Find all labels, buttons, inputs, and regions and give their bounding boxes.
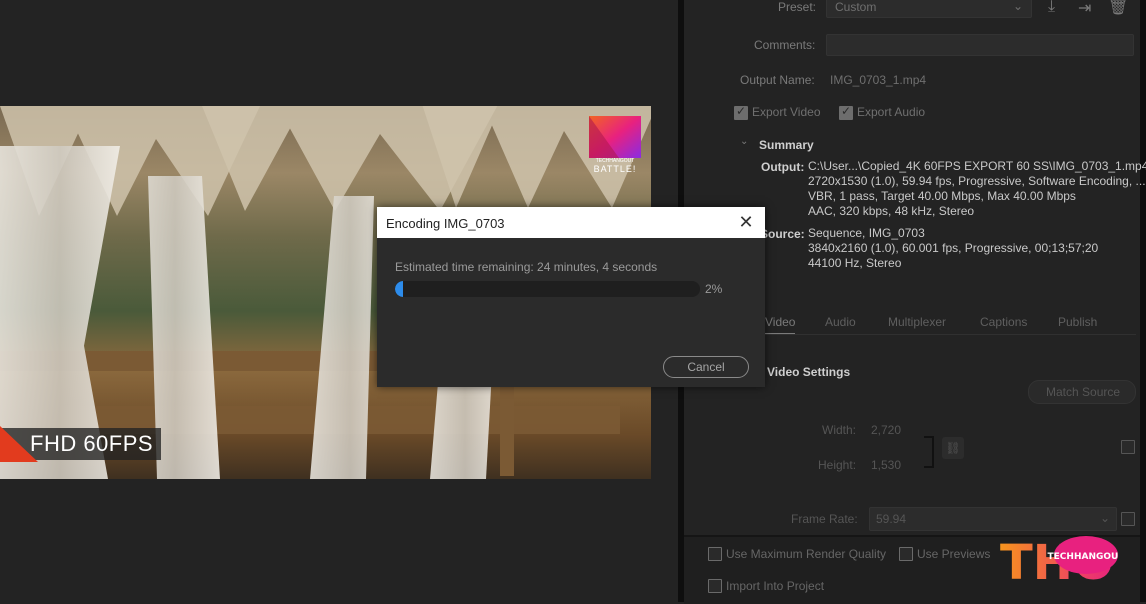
max-render-quality-label: Use Maximum Render Quality [726, 547, 887, 561]
import-preset-icon[interactable]: ⇥ [1078, 0, 1091, 18]
tab-multiplexer[interactable]: Multiplexer [888, 315, 946, 329]
badge-triangle-icon [0, 426, 38, 462]
tab-video[interactable]: Video [765, 315, 796, 335]
output-line: VBR, 1 pass, Target 40.00 Mbps, Max 40.0… [808, 189, 1076, 203]
panel-edge [1140, 0, 1146, 602]
preset-label: Preset: [778, 0, 817, 14]
import-into-project-label: Import Into Project [726, 579, 825, 593]
fhd-badge: FHD 60FPS [0, 426, 162, 462]
encoding-progress-bar [395, 281, 700, 297]
export-audio-checkbox[interactable] [839, 104, 853, 120]
max-render-quality-checkbox[interactable] [708, 547, 722, 561]
frame-rate-label: Frame Rate: [791, 512, 858, 526]
height-label: Height: [818, 458, 857, 472]
export-audio-label: Export Audio [857, 105, 926, 119]
chevron-down-icon: ⌄ [1013, 0, 1024, 13]
output-line: C:\User...\Copied_4K 60FPS EXPORT 60 SS\… [808, 159, 1146, 173]
export-video-checkbox[interactable] [734, 104, 748, 120]
width-value[interactable]: 2,720 [871, 423, 901, 437]
techhangout-battle-logo: TECHHANGOUT BATTLE! [589, 116, 641, 174]
delete-preset-icon[interactable]: 🗑 [1108, 0, 1128, 17]
preset-dropdown[interactable]: Custom ⌄ [826, 0, 1032, 18]
link-bracket [924, 436, 934, 468]
export-video-label: Export Video [752, 105, 821, 119]
chevron-down-icon: ⌄ [1100, 511, 1111, 525]
video-settings-title: Video Settings [767, 365, 851, 379]
frame-rate-checkbox[interactable] [1121, 512, 1135, 526]
tho-brand-text: TECHHANGOUT [1048, 552, 1118, 562]
progress-fill [395, 281, 403, 297]
tab-audio[interactable]: Audio [825, 315, 856, 329]
import-into-project-checkbox[interactable] [708, 579, 722, 593]
output-summary-label: Output: [761, 160, 805, 174]
tab-publish[interactable]: Publish [1058, 315, 1097, 329]
width-label: Width: [822, 423, 857, 437]
source-line: 3840x2160 (1.0), 60.001 fps, Progressive… [808, 241, 1099, 255]
match-source-button[interactable]: Match Source [1028, 380, 1136, 404]
source-line: 44100 Hz, Stereo [808, 256, 902, 270]
preset-value: Custom [835, 0, 877, 14]
dialog-title: Encoding IMG_0703 [386, 216, 505, 231]
tab-divider [744, 334, 1136, 335]
width-height-checkbox[interactable] [1121, 440, 1135, 454]
cancel-button[interactable]: Cancel [663, 356, 749, 378]
frame-rate-dropdown[interactable]: 59.94 ⌄ [869, 507, 1117, 531]
output-name-label: Output Name: [740, 73, 815, 87]
comments-input[interactable] [826, 34, 1134, 56]
dialog-titlebar[interactable]: Encoding IMG_0703 ✕ [377, 207, 765, 238]
comments-label: Comments: [754, 38, 816, 52]
use-previews-label: Use Previews [917, 547, 991, 561]
frame-rate-value: 59.94 [876, 512, 907, 526]
source-line: Sequence, IMG_0703 [808, 226, 925, 240]
tab-captions[interactable]: Captions [980, 315, 1027, 329]
time-remaining-text: Estimated time remaining: 24 minutes, 4 … [395, 260, 658, 274]
output-name-link[interactable]: IMG_0703_1.mp4 [830, 73, 926, 87]
summary-title: Summary [759, 138, 814, 152]
match-source-label: Match Source [1046, 385, 1121, 399]
link-chain-icon[interactable]: ⛓ [942, 437, 964, 459]
output-line: 2720x1530 (1.0), 59.94 fps, Progressive,… [808, 174, 1146, 188]
progress-percent: 2% [705, 282, 723, 296]
summary-chevron-icon[interactable]: ⌄ [740, 136, 748, 147]
logo-big-text: BATTLE! [593, 164, 637, 174]
use-previews-checkbox[interactable] [899, 547, 913, 561]
save-preset-icon[interactable]: ⤓ [1048, 0, 1055, 16]
encoding-dialog: Encoding IMG_0703 ✕ Estimated time remai… [377, 207, 765, 387]
tho-watermark-logo: THO TECHHANGOUT [1000, 533, 1125, 591]
close-icon[interactable]: ✕ [735, 211, 757, 233]
height-value[interactable]: 1,530 [871, 458, 901, 472]
source-summary-label: Source: [760, 227, 805, 241]
output-line: AAC, 320 kbps, 48 kHz, Stereo [808, 204, 975, 218]
